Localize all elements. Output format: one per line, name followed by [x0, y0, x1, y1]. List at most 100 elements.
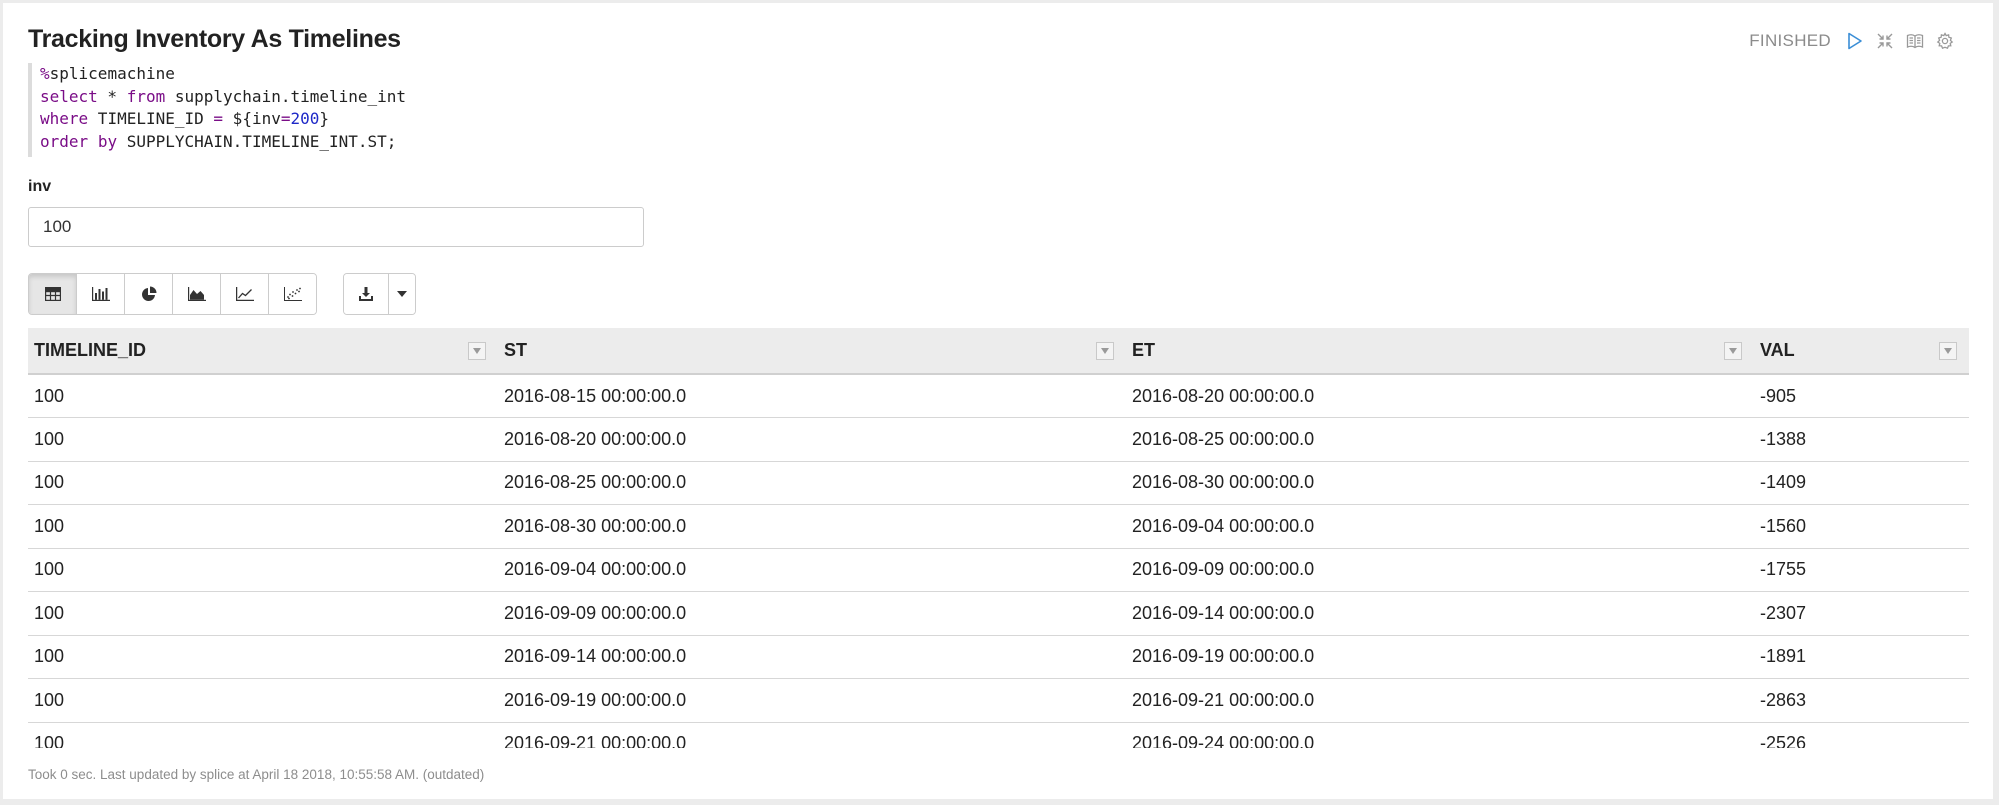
paragraph-title[interactable]: Tracking Inventory As Timelines: [28, 25, 401, 54]
code-token: ${inv: [223, 109, 281, 128]
table-cell: -1409: [1754, 461, 1969, 505]
column-header: ET: [1126, 328, 1754, 375]
caret-down-icon: [473, 348, 481, 354]
table-row[interactable]: 100 2016-09-21 00:00:00.0 2016-09-24 00:00…: [28, 722, 1969, 748]
table-cell: 2016-09-21 00:00:00.0: [498, 722, 1126, 748]
table-row[interactable]: 100 2016-09-09 00:00:00.0 2016-09-14 00:00…: [28, 591, 1969, 636]
caret-down-icon: [1729, 348, 1737, 354]
table-row[interactable]: 100 2016-09-04 00:00:00.0 2016-09-09 00:00…: [28, 548, 1969, 592]
table-cell: 2016-09-21 00:00:00.0: [1126, 678, 1754, 723]
gear-icon[interactable]: [1935, 31, 1955, 51]
table-cell: 2016-09-09 00:00:00.0: [1126, 548, 1754, 592]
code-token: supplychain.timeline_int: [165, 86, 407, 106]
code-token: 200: [290, 109, 320, 128]
table-cell: -1891: [1754, 635, 1969, 679]
table-row[interactable]: 100 2016-08-15 00:00:00.0 2016-08-20 00:00…: [28, 374, 1969, 418]
table-cell: 2016-08-25 00:00:00.0: [1126, 417, 1754, 462]
result-table-container[interactable]: TIMELINE_ID ST ET VAL 100 2016-08-15 00:00:0…: [28, 328, 1969, 748]
table-cell: 2016-09-04 00:00:00.0: [498, 548, 1126, 592]
column-menu-button[interactable]: [1939, 342, 1957, 360]
table-cell: 2016-08-30 00:00:00.0: [498, 504, 1126, 549]
download-options-toggle[interactable]: [389, 274, 415, 314]
column-header: ST: [498, 328, 1126, 375]
pie-chart-button[interactable]: [125, 274, 173, 314]
code-line: select * from supplychain.timeline_int: [40, 86, 840, 109]
code-token: by: [97, 131, 118, 151]
table-cell: 2016-08-15 00:00:00.0: [498, 374, 1126, 418]
code-token: =: [213, 109, 224, 128]
download-group: [343, 273, 416, 315]
table-cell: 2016-09-04 00:00:00.0: [1126, 504, 1754, 549]
table-cell: 100: [28, 548, 498, 592]
code-line: where TIMELINE_ID = ${inv=200}: [40, 108, 840, 131]
bar-chart-icon: [91, 287, 110, 301]
column-menu-button[interactable]: [1096, 342, 1114, 360]
table-row[interactable]: 100 2016-09-14 00:00:00.0 2016-09-19 00:00…: [28, 635, 1969, 679]
inv-input[interactable]: [28, 207, 644, 247]
table-cell: 2016-09-14 00:00:00.0: [498, 635, 1126, 679]
table-cell: 2016-09-19 00:00:00.0: [1126, 635, 1754, 679]
column-menu-button[interactable]: [1724, 342, 1742, 360]
table-cell: 100: [28, 504, 498, 549]
caret-down-icon: [1944, 348, 1952, 354]
status-label: FINISHED: [1749, 31, 1831, 50]
paragraph-controls: FINISHED: [1749, 31, 1955, 51]
caret-down-icon: [397, 291, 407, 297]
table-cell: 100: [28, 591, 498, 636]
table-row[interactable]: 100 2016-09-19 00:00:00.0 2016-09-21 00:00…: [28, 678, 1969, 723]
column-header: TIMELINE_ID: [28, 328, 498, 375]
code-token: }: [319, 109, 330, 128]
table-row[interactable]: 100 2016-08-30 00:00:00.0 2016-09-04 00:00…: [28, 504, 1969, 549]
column-menu-button[interactable]: [468, 342, 486, 360]
table-cell: 2016-09-14 00:00:00.0: [1126, 591, 1754, 636]
code-token: %: [40, 64, 50, 83]
table-cell: 2016-08-25 00:00:00.0: [498, 461, 1126, 505]
table-cell: -1560: [1754, 504, 1969, 549]
form-label-inv: inv: [28, 178, 52, 195]
code-token: where: [40, 109, 89, 128]
notebook-paragraph: Tracking Inventory As Timelines FINISHED: [3, 3, 1993, 799]
table-cell: 100: [28, 678, 498, 723]
download-icon: [359, 287, 373, 301]
column-header-label: TIMELINE_ID: [34, 340, 147, 360]
code-line: %splicemachine: [40, 63, 840, 86]
result-table: TIMELINE_ID ST ET VAL 100 2016-08-15 00:00:0…: [28, 328, 1969, 748]
column-header-label: ET: [1132, 340, 1156, 360]
table-cell: -2526: [1754, 722, 1969, 748]
table-cell: 2016-09-09 00:00:00.0: [498, 591, 1126, 636]
table-icon: [44, 287, 61, 301]
table-cell: 2016-08-20 00:00:00.0: [1126, 374, 1754, 418]
table-cell: -905: [1754, 374, 1969, 418]
table-header-row: TIMELINE_ID ST ET VAL: [28, 328, 1969, 375]
table-cell: 2016-09-19 00:00:00.0: [498, 678, 1126, 723]
code-token: from: [126, 86, 166, 106]
table-cell: -2863: [1754, 678, 1969, 723]
line-chart-icon: [235, 287, 254, 301]
code-token: TIMELINE_ID: [88, 109, 214, 128]
bar-chart-button[interactable]: [77, 274, 125, 314]
download-button[interactable]: [344, 274, 389, 314]
line-chart-button[interactable]: [221, 274, 269, 314]
play-icon[interactable]: [1845, 31, 1865, 51]
column-header-label: ST: [504, 340, 528, 360]
table-cell: 100: [28, 635, 498, 679]
code-line: order by SUPPLYCHAIN.TIMELINE_INT.ST;: [40, 131, 840, 154]
table-row[interactable]: 100 2016-08-25 00:00:00.0 2016-08-30 00:00…: [28, 461, 1969, 505]
table-cell: -1388: [1754, 417, 1969, 462]
table-row[interactable]: 100 2016-08-20 00:00:00.0 2016-08-25 00:00…: [28, 417, 1969, 462]
table-cell: 2016-08-20 00:00:00.0: [498, 417, 1126, 462]
table-cell: 2016-08-30 00:00:00.0: [1126, 461, 1754, 505]
table-cell: 100: [28, 417, 498, 462]
book-icon[interactable]: [1905, 31, 1925, 51]
scatter-chart-button[interactable]: [269, 274, 316, 314]
code-editor[interactable]: %splicemachine select * from supplychain.…: [28, 63, 840, 157]
table-cell: 100: [28, 374, 498, 418]
table-cell: -1755: [1754, 548, 1969, 592]
area-chart-button[interactable]: [173, 274, 221, 314]
table-cell: 100: [28, 461, 498, 505]
table-cell: 100: [28, 722, 498, 748]
table-view-button[interactable]: [29, 274, 77, 314]
area-chart-icon: [187, 287, 206, 301]
collapse-icon[interactable]: [1875, 31, 1895, 51]
code-token: order: [40, 131, 89, 151]
